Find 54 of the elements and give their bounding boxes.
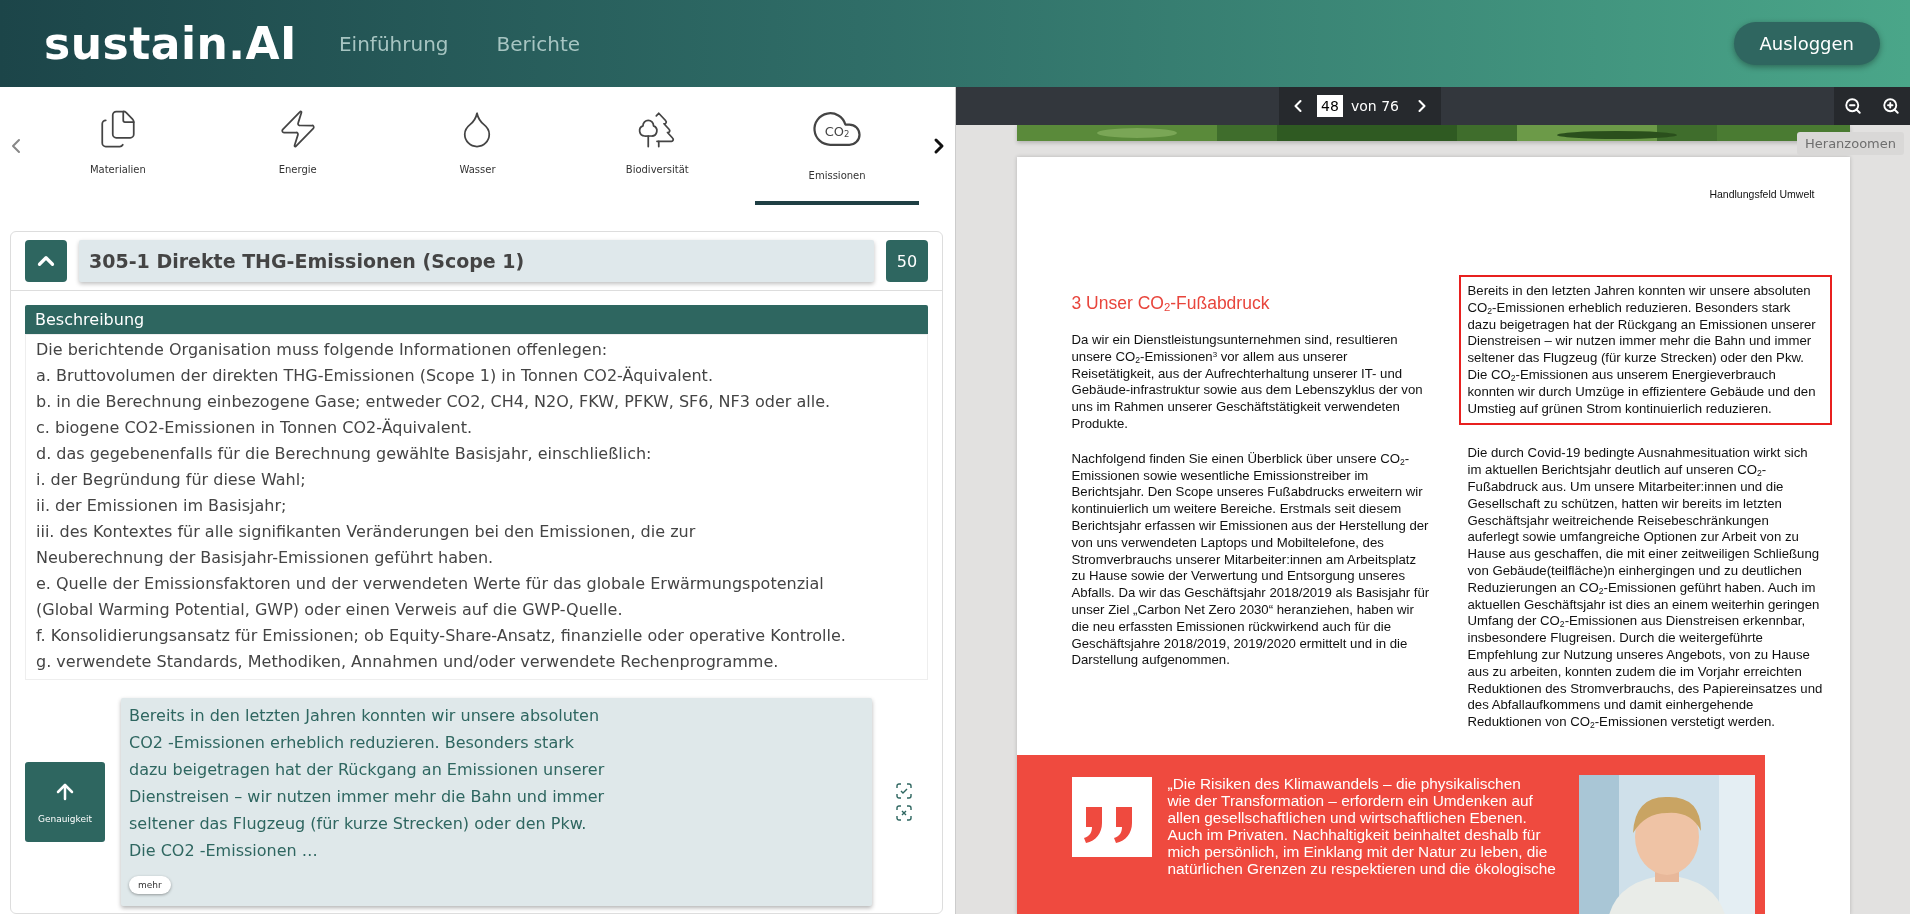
result-line: Bereits in den letzten Jahren konnten wir unsere absoluten xyxy=(129,705,601,727)
description-line: a. Bruttovolumen der direkten THG-Emissionen (Scope 1) in Tonnen CO2-Äquivalent. xyxy=(36,365,714,387)
description-line: iii. des Kontextes für alle signifikanten Veränderungen bei den Emissionen, die zur xyxy=(36,521,697,543)
highlighted-paragraph: Bereits in den letzten Jahren konnten wir unsere absoluten CO$_{2}$-Emissionen erheblich reduzieren. Besonders stark dazu beigetragen hat der Rückgang an Emissionen unserer Dienstreisen – wir nutzen immer mehr die Bahn und immer seltener das Flugzeug (für kurze Strecken) oder den Pkw. Die CO$_{2}$-Emissionen aus unserem Energieverbrauch konnten wir durch Umzüge in effizientere Gebäude und den Umstieg auf grünen Strom kontinuierlich reduzieren. xyxy=(1458,275,1832,426)
category-tab[interactable]: CO$_{2}$ Emissionen xyxy=(755,87,919,205)
section-header: Beschreibung xyxy=(25,305,928,334)
body-paragraph: Die durch Covid-19 bedingte Ausnahmesituation wirkt sich im aktuellen Berichtsjahr deutlich auf unseren CO$_{2}$-Fußabdruck aus. Um unsere Mitarbeiter:innen und die Gesellschaft zu schützen, hatten wir bereits im letzten Geschäftsjahr weitreichende Reisebeschränkungen auferlegt sowie umfangreiche Optionen zur Arbeit von zu Hause aus geschaffen, die mit einer zeitweiligen Schließung von Gebäude(teilfläche)n einhergingen und zu deutlichen Reduzierungen an CO$_{2}$-Emissionen geführt haben. Auch im aktuellen Geschäftsjahr ist dies an einem weiterhin geringen Umfang der CO$_{2}$-Emissionen aus Dienstreisen erkennbar, insbesondere Flugreisen. Durch die weitergeführte Empfehlung zur Nutzung unseres Angebots, von zu Hause aus zu arbeiten, konnten zudem die im Vorjahr erreichten Reduktionen des Stromverbrauchs, des Papiereinsatzes und des Abfallaufkommens und damit einhergehende Reduktionen von CO$_{2}$-Emissionen verstetigt werden. xyxy=(1466,444,1824,732)
tooltip: Heranzoomen xyxy=(1797,132,1904,155)
result-line: seltener das Flugzeug (für kurze Strecken) oder den Pkw. xyxy=(129,813,588,835)
reject-icon[interactable] xyxy=(896,805,912,821)
quote-line: mich persönlich, im Einklang mit der Natur zu leben, die xyxy=(1167,842,1549,860)
quote-line: „Die Risiken des Klimawandels – die physikalischen xyxy=(1167,774,1522,792)
running-head: Handlungsfeld Umwelt xyxy=(1709,188,1815,200)
logo[interactable]: sustain.AI xyxy=(44,18,297,69)
description-line: i. der Begründung für diese Wahl; xyxy=(36,469,307,491)
icon-text: CO$_{2}$ xyxy=(824,123,850,139)
description-line: Neuberechnung der Basisjahr-Emissionen geführt haben. xyxy=(36,547,495,569)
quote-line: Auch im Privaten. Nachhaltigkeit beinhaltet deshalb für xyxy=(1167,825,1542,843)
description-line: g. verwendete Standards, Methodiken, Annahmen und/oder verwendete Rechenprogramme. xyxy=(36,651,780,673)
result-line: CO2 -Emissionen erheblich reduzieren. Besonders stark xyxy=(129,732,576,754)
quote-line: allen gesellschaftlichen und wirtschaftlichen Ebenen. xyxy=(1167,808,1528,826)
description-line: (Global Warming Potential, GWP) oder einen Verweis auf die GWP-Quelle. xyxy=(36,599,624,621)
body-paragraph: Nachfolgend finden Sie einen Überblick über unsere CO$_{2}$-Emissionen sowie wesentliche Emissionstreiber im Berichtsjahr. Den Scope unseres Fußabdrucks erweitern wir kontinuierlich um weitere Bereiche. Erstmals seit diesem Berichtsjahr erfassen wir Emissionen aus der Herstellung der von uns verwendeten Laptops und Mobiltelefone, des Stromverbrauchs unserer Mitarbeiter:innen am Arbeitsplatz zu Hause sowie der Verwertung und Entsorgung unseres Abfalls. Da wir das Geschäftsjahr 2018/2019 als Basisjahr für unser Ziel „Carbon Net Zero 2030“ heranziehen, haben wir die neu erfassten Emissionen rückwirkend auch für die Geschäftsjahre 2018/2019, 2019/2020 ermittelt und in die Darstellung aufgenommen. xyxy=(1071,450,1431,670)
page-count: von 76 xyxy=(1351,98,1399,114)
accept-icon[interactable] xyxy=(896,783,912,799)
nav-link[interactable]: Einführung xyxy=(339,31,449,56)
page-number-field[interactable]: 48 xyxy=(1317,95,1343,117)
quote-line: natürlichen Grenzen zu respektieren und die ökologische xyxy=(1167,859,1556,877)
description-line: b. in die Berechnung einbezogene Gase; entweder CO2, CH4, N2O, FKW, PFKW, SF6, NF3 oder alle. xyxy=(36,391,832,413)
body-paragraph: Da wir ein Dienstleistungsunternehmen sind, resultieren unsere CO$_{2}$-Emissionen$^{3}$ vor allem aus unserer Reisetätigkeit, aus der Aufrechterhaltung unserer IT- und Gebäude-infrastruktur sowie aus dem Lebenszyklus der von uns im Rahmen unserer Geschäftstätigkeit verwendeten Produkte. xyxy=(1071,332,1424,433)
description-line: f. Konsolidierungsansatz für Emissionen; ob Equity-Share-Ansatz, finanzielle oder operative Kontrolle. xyxy=(36,625,847,647)
zoom-out-icon xyxy=(1844,97,1862,115)
count-badge: 50 xyxy=(886,240,928,282)
description-line: c. biogene CO2-Emissionen in Tonnen CO2-Äquivalent. xyxy=(36,417,474,439)
result-line: Die CO2 -Emissionen … xyxy=(129,840,319,862)
section-heading: 3 Unser CO$_{2}$-Fußabdruck xyxy=(1071,293,1271,314)
nav-link[interactable]: Berichte xyxy=(496,31,581,56)
category-tab[interactable]: Energie xyxy=(215,87,380,205)
category-tab[interactable]: Wasser xyxy=(395,87,560,205)
result-line: dazu beigetragen hat der Rückgang an Emissionen unserer xyxy=(129,759,606,781)
quote-line: wie der Transformation – erfordern ein Umdenken auf xyxy=(1167,791,1534,809)
category-tab[interactable]: Biodiversität xyxy=(575,87,740,205)
description-line: e. Quelle der Emissionsfaktoren und der verwendeten Werte für das globale Erwärmungspotenzial xyxy=(36,573,825,595)
result-line: Dienstreisen – wir nutzen immer mehr die Bahn und immer xyxy=(129,786,606,808)
category-tab[interactable]: Materialien xyxy=(36,87,200,205)
description-line: d. das gegebenenfalls für die Berechnung gewählte Basisjahr, einschließlich: xyxy=(36,443,653,465)
description-line: Die berichtende Organisation muss folgende Informationen offenlegen: xyxy=(36,339,609,361)
disclosure-title: 305-1 Direkte THG-Emissionen (Scope 1) xyxy=(79,240,874,282)
description-line: ii. der Emissionen im Basisjahr; xyxy=(36,495,288,517)
zoom-in-icon xyxy=(1882,97,1900,115)
sort-button[interactable]: Genauigkeit xyxy=(25,762,105,842)
more-button[interactable]: mehr xyxy=(129,876,171,894)
logout-button[interactable]: Ausloggen xyxy=(1733,22,1880,65)
collapse-button[interactable] xyxy=(25,240,67,282)
